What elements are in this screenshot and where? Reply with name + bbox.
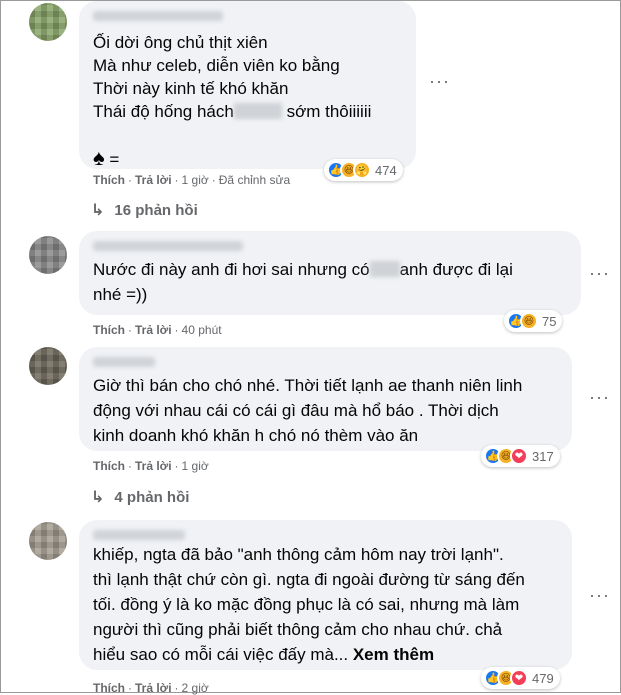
like-link[interactable]: Thích [93, 173, 125, 187]
like-link[interactable]: Thích [93, 323, 125, 337]
reaction-summary[interactable]: 👍 😆 ❤ 317 [481, 445, 560, 467]
more-options-icon[interactable]: ··· [429, 71, 450, 92]
reaction-count: 75 [542, 313, 557, 329]
haha-reaction-icon: 😆 [520, 312, 538, 330]
commenter-name-blurred[interactable] [93, 11, 223, 21]
see-more-link[interactable]: Xem thêm [353, 645, 434, 664]
reply-link[interactable]: Trả lời [135, 459, 172, 473]
spade-emoji: ♠ [93, 145, 105, 170]
commenter-name-blurred[interactable] [93, 530, 185, 540]
comment-actions: Thích · Trả lời · 1 giờ [93, 459, 209, 473]
avatar[interactable] [29, 522, 67, 560]
comment-bubble: khiếp, ngta đã bảo "anh thông cảm hôm na… [79, 520, 572, 670]
more-options-icon[interactable]: ··· [589, 387, 610, 408]
reaction-summary[interactable]: 👍 😆 🤗 474 [324, 159, 403, 181]
reaction-summary[interactable]: 👍 😆 75 [504, 310, 563, 332]
edited-label: Đã chỉnh sửa [218, 173, 291, 187]
care-reaction-icon: 🤗 [353, 161, 371, 179]
love-reaction-icon: ❤ [510, 447, 528, 465]
timestamp[interactable]: 1 giờ [182, 173, 209, 187]
reply-link[interactable]: Trả lời [135, 173, 172, 187]
reaction-count: 479 [532, 670, 554, 686]
avatar[interactable] [29, 236, 67, 274]
more-options-icon[interactable]: ··· [589, 263, 610, 284]
reply-arrow-icon: ↳ [91, 202, 105, 219]
comment-bubble: Nước đi này anh đi hơi sai nhưng có anh đ… [79, 231, 581, 315]
comment-actions: Thích · Trả lời · 1 giờ · Đã chỉnh sửa [93, 173, 291, 187]
comment-text: Ối dời ông chủ thịt xiên Mà như celeb, d… [93, 33, 372, 170]
reaction-count: 317 [532, 448, 554, 464]
avatar[interactable] [29, 3, 67, 41]
more-options-icon[interactable]: ··· [589, 585, 610, 606]
comment-text: Nước đi này anh đi hơi sai nhưng có anh đ… [93, 260, 513, 304]
comment-actions: Thích · Trả lời · 40 phút [93, 323, 222, 337]
reply-arrow-icon: ↳ [91, 489, 105, 506]
commenter-name-blurred[interactable] [93, 241, 243, 251]
comment-text: Giờ thì bán cho chó nhé. Thời tiết lạnh … [93, 376, 523, 445]
reply-link[interactable]: Trả lời [135, 323, 172, 337]
view-replies-link[interactable]: ↳ 16 phản hồi [91, 200, 198, 220]
commenter-name-blurred[interactable] [93, 357, 155, 367]
timestamp[interactable]: 1 giờ [182, 459, 209, 473]
blurred-word [233, 103, 282, 119]
like-link[interactable]: Thích [93, 459, 125, 473]
comment-bubble: Giờ thì bán cho chó nhé. Thời tiết lạnh … [79, 347, 572, 451]
love-reaction-icon: ❤ [510, 669, 528, 687]
reaction-summary[interactable]: 👍 😆 ❤ 479 [481, 667, 560, 689]
blurred-word [369, 261, 400, 277]
comment-bubble: Ối dời ông chủ thịt xiên Mà như celeb, d… [79, 1, 416, 169]
reaction-count: 474 [375, 162, 397, 178]
comment-text: khiếp, ngta đã bảo "anh thông cảm hôm na… [93, 545, 525, 664]
view-replies-link[interactable]: ↳ 4 phản hồi [91, 487, 189, 507]
timestamp[interactable]: 40 phút [182, 323, 222, 337]
avatar[interactable] [29, 347, 67, 385]
